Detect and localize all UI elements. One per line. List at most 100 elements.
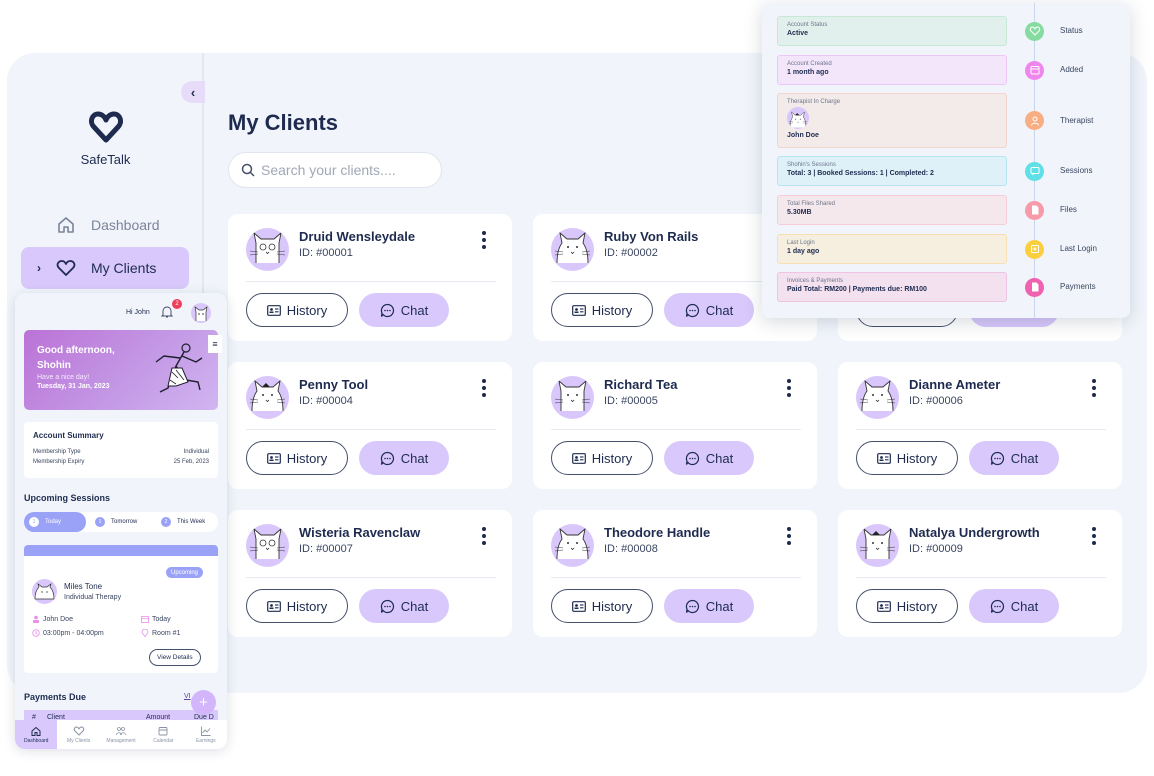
tab-this-week[interactable]: 2 This Week: [161, 512, 205, 532]
add-button[interactable]: +: [191, 690, 216, 715]
client-avatar[interactable]: [551, 524, 594, 567]
history-button[interactable]: History: [551, 441, 653, 475]
search-box[interactable]: [228, 152, 442, 188]
bottom-nav-earnings[interactable]: Earnings: [185, 720, 227, 749]
client-name: Penny Tool: [299, 377, 369, 392]
divider: [246, 577, 496, 578]
client-name: Natalya Undergrowth: [909, 525, 1040, 540]
bottom-nav-label: Management: [106, 738, 136, 744]
client-name: Wisteria Ravenclaw: [299, 525, 421, 540]
bottom-nav-dashboard[interactable]: Dashboard: [15, 720, 58, 749]
bottom-nav-calendar[interactable]: Calendar: [142, 720, 184, 749]
cat-avatar-icon: [551, 524, 594, 567]
history-button[interactable]: History: [856, 441, 958, 475]
greeting-subtitle: Have a nice day!: [37, 374, 90, 381]
chat-bubble-icon: [685, 451, 700, 466]
kebab-dot: [787, 534, 791, 538]
detail-box: Therapist In Charge John Doe: [777, 93, 1007, 148]
client-avatar[interactable]: [246, 376, 289, 419]
kebab-dot: [482, 386, 486, 390]
kebab-dot: [787, 527, 791, 531]
kebab-dot: [1092, 393, 1096, 397]
detail-value: John Doe: [787, 132, 819, 139]
detail-label: Total Files Shared: [787, 201, 836, 207]
client-card: Wisteria Ravenclaw ID: #00007 History Ch…: [228, 510, 512, 637]
chat-label: Chat: [705, 450, 734, 466]
cat-avatar-icon: [246, 376, 289, 419]
kebab-dot: [482, 245, 486, 249]
history-button[interactable]: History: [246, 293, 348, 327]
chat-button[interactable]: Chat: [359, 441, 449, 475]
chat-button[interactable]: Chat: [359, 589, 449, 623]
history-button[interactable]: History: [551, 293, 653, 327]
history-button[interactable]: History: [246, 441, 348, 475]
client-avatar[interactable]: [551, 376, 594, 419]
client-avatar[interactable]: [246, 524, 289, 567]
bottom-nav-my-clients[interactable]: My Clients: [57, 720, 99, 749]
client-id: ID: #00007: [299, 543, 353, 555]
heart-icon: [55, 257, 77, 279]
history-label: History: [286, 302, 328, 318]
more-options-button[interactable]: [1088, 378, 1100, 398]
mobile-dashboard: Hi John 2 Good afternoon, Shohin Have a …: [15, 293, 227, 749]
bottom-nav-label: Dashboard: [23, 738, 49, 744]
tab-label: Tomorrow: [111, 519, 138, 525]
more-options-button[interactable]: [783, 526, 795, 546]
client-id: ID: #00004: [299, 395, 353, 407]
clock-icon: [32, 629, 40, 637]
id-card-icon: [266, 304, 281, 316]
more-options-button[interactable]: [783, 378, 795, 398]
more-options-button[interactable]: [478, 378, 490, 398]
client-name: Druid Wensleydale: [299, 229, 416, 244]
bottom-nav: Dashboard My Clients Management Calendar Ear…: [15, 720, 227, 749]
chat-button[interactable]: Chat: [664, 293, 754, 327]
tab-tomorrow[interactable]: 1 Tomorrow: [95, 512, 137, 532]
chat-button[interactable]: Chat: [664, 441, 754, 475]
chat-bubble-icon: [990, 599, 1005, 614]
chat-button[interactable]: Chat: [969, 441, 1059, 475]
search-input[interactable]: [261, 162, 431, 178]
heart-icon: [1025, 21, 1044, 41]
brand-name: SafeTalk: [80, 152, 131, 167]
greeting-date: Tuesday, 31 Jan, 2023: [37, 383, 110, 390]
client-avatar[interactable]: [246, 228, 289, 271]
more-options-button[interactable]: [1088, 526, 1100, 546]
chat-button[interactable]: Chat: [359, 293, 449, 327]
view-details-button[interactable]: View Details: [149, 649, 201, 666]
detail-label: Invoices & Payments: [787, 278, 844, 284]
collapse-sidebar-button[interactable]: ‹: [181, 81, 205, 103]
menu-toggle-button[interactable]: ≡: [208, 335, 222, 353]
client-avatar[interactable]: [551, 228, 594, 271]
bell-icon[interactable]: [160, 305, 174, 319]
sidebar-item-my-clients[interactable]: › My Clients: [21, 247, 189, 289]
notification-badge: 2: [172, 299, 182, 309]
tab-count: 1: [95, 517, 105, 527]
detail-tag: Sessions: [1060, 166, 1093, 175]
client-avatar[interactable]: [856, 376, 899, 419]
divider: [551, 577, 801, 578]
bottom-nav-management[interactable]: Management: [100, 720, 142, 749]
id-card-icon: [571, 600, 586, 612]
tab-today[interactable]: 1 Today: [24, 512, 86, 532]
chevron-left-icon: ‹: [190, 84, 196, 100]
session-tabs: 1 Today 1 Tomorrow 2 This Week: [24, 512, 218, 532]
more-options-button[interactable]: [478, 526, 490, 546]
chat-button[interactable]: Chat: [664, 589, 754, 623]
history-button[interactable]: History: [856, 589, 958, 623]
kebab-dot: [1092, 534, 1096, 538]
session-card-band: [24, 545, 218, 556]
id-card-icon: [571, 304, 586, 316]
view-all-payments-link[interactable]: VI: [184, 693, 191, 700]
kebab-dot: [787, 379, 791, 383]
client-avatar[interactable]: [856, 524, 899, 567]
history-button[interactable]: History: [551, 589, 653, 623]
chat-button[interactable]: Chat: [969, 589, 1059, 623]
greeting-banner: Good afternoon, Shohin Have a nice day! …: [24, 330, 218, 410]
history-button[interactable]: History: [246, 589, 348, 623]
detail-box: Total Files Shared 5.30MB: [777, 195, 1007, 225]
user-avatar[interactable]: [191, 303, 211, 323]
sidebar-item-dashboard[interactable]: Dashboard: [21, 204, 189, 246]
more-options-button[interactable]: [478, 230, 490, 250]
divider: [246, 429, 496, 430]
tab-count: 2: [161, 517, 171, 527]
